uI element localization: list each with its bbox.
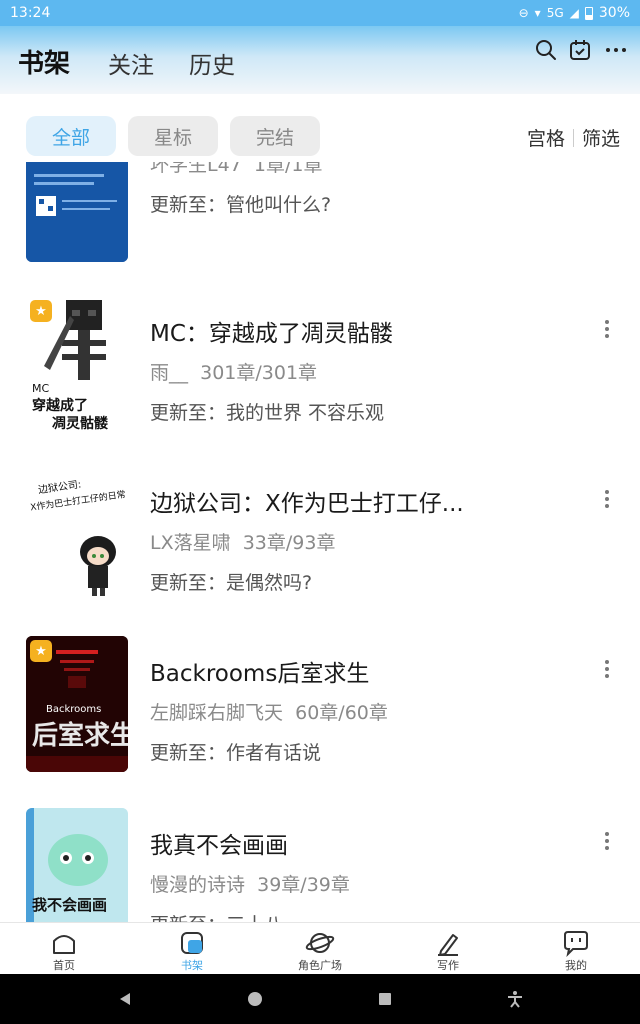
accessibility-icon[interactable] — [505, 989, 525, 1009]
chip-starred[interactable]: 星标 — [128, 116, 218, 156]
nav-me[interactable]: 我的 — [512, 923, 640, 974]
nav-character-plaza[interactable]: 角色广场 — [256, 923, 384, 974]
nav-write-label: 写作 — [437, 959, 459, 972]
svg-text:穿越成了: 穿越成了 — [32, 397, 88, 414]
more-options-icon[interactable] — [604, 832, 610, 850]
signal-icon: ◢ — [569, 6, 579, 20]
filter-chips: 全部 星标 完结 — [26, 116, 320, 156]
grid-view-button[interactable]: 宫格 — [527, 124, 565, 151]
tab-follow[interactable]: 关注 — [108, 46, 154, 80]
tab-history[interactable]: 历史 — [189, 46, 235, 80]
star-badge-icon: ★ — [30, 300, 52, 322]
svg-text:MC: MC — [32, 382, 49, 395]
svg-text:我不会画画: 我不会画画 — [32, 896, 107, 914]
book-chapters: 60章/60章 — [295, 702, 388, 724]
book-update: 更新至：三十八 — [150, 910, 283, 922]
recents-icon[interactable] — [375, 989, 395, 1009]
more-options-icon[interactable] — [604, 490, 610, 508]
book-chapters: 301章/301章 — [200, 362, 318, 384]
view-options: 宫格 筛选 — [527, 124, 620, 151]
more-options-icon[interactable] — [604, 320, 610, 338]
dnd-icon: ⊖ — [518, 6, 529, 20]
nav-bookshelf-label: 书架 — [181, 959, 203, 972]
tab-bookshelf[interactable]: 书架 — [18, 43, 70, 80]
book-update: 更新至：是偶然吗? — [150, 572, 313, 594]
svg-text:凋灵骷髅: 凋灵骷髅 — [52, 415, 108, 432]
nav-bookshelf[interactable]: 书架 — [128, 923, 256, 974]
book-cover: Backrooms 后室求生 ★ — [26, 636, 128, 772]
nav-me-label: 我的 — [565, 959, 587, 972]
pen-icon — [438, 934, 458, 956]
cover-art: 我不会画画 — [26, 808, 128, 922]
nav-home-label: 首页 — [53, 959, 75, 972]
book-title: MC：穿越成了凋灵骷髅 — [150, 321, 393, 347]
list-item[interactable]: 边狱公司: X作为巴士打工仔的日常 边狱公司：X作为巴士打工仔... LX落星啸… — [0, 466, 640, 602]
book-author: 慢漫的诗诗 — [150, 874, 246, 896]
star-badge-icon: ★ — [30, 640, 52, 662]
battery-level: 30% — [598, 5, 630, 21]
book-cover: MC 穿越成了 凋灵骷髅 ★ — [26, 296, 128, 432]
status-time: 13:24 — [10, 5, 51, 21]
book-chapters: 1章/1章 — [253, 162, 323, 176]
battery-icon — [584, 6, 593, 20]
status-bar: 13:24 ⊖ ▾ 5G ◢ 30% — [0, 0, 640, 26]
list-item[interactable]: 我不会画画 我真不会画画 慢漫的诗诗 39章/39章 更新至：三十八 — [0, 808, 640, 922]
book-author: 坏学生L47 — [150, 162, 242, 176]
nav-character-plaza-label: 角色广场 — [298, 959, 342, 972]
bookshelf-icon — [181, 932, 203, 954]
chip-all[interactable]: 全部 — [26, 116, 116, 156]
book-list: 坏学生L47 1章/1章 更新至：管他叫什么? MC 穿越成了 凋灵骷髅 ★ M… — [0, 162, 640, 922]
list-item[interactable]: 坏学生L47 1章/1章 更新至：管他叫什么? — [0, 162, 640, 262]
home-icon — [53, 935, 75, 954]
list-item[interactable]: MC 穿越成了 凋灵骷髅 ★ MC：穿越成了凋灵骷髅 雨__ 301章/301章… — [0, 296, 640, 432]
wifi-icon: ▾ — [534, 6, 541, 20]
chat-face-icon — [564, 931, 588, 957]
network-label: 5G — [546, 6, 564, 20]
book-update: 更新至：我的世界 不容乐观 — [150, 402, 385, 424]
list-item[interactable]: Backrooms 后室求生 ★ Backrooms后室求生 左脚踩右脚飞天 6… — [0, 636, 640, 772]
chip-completed[interactable]: 完结 — [230, 116, 320, 156]
more-horizontal-icon[interactable] — [604, 38, 628, 62]
nav-home[interactable]: 首页 — [0, 923, 128, 974]
divider — [572, 128, 574, 147]
book-author: LX落星啸 — [150, 532, 231, 554]
nav-write[interactable]: 写作 — [384, 923, 512, 974]
app-header: 书架 关注 历史 — [0, 26, 640, 94]
back-icon[interactable] — [115, 989, 135, 1009]
more-options-icon[interactable] — [604, 660, 610, 678]
home-button-icon[interactable] — [245, 989, 265, 1009]
book-title: 我真不会画画 — [150, 833, 288, 859]
book-title: Backrooms后室求生 — [150, 661, 370, 687]
calendar-check-icon[interactable] — [568, 38, 592, 62]
book-cover — [26, 162, 128, 262]
bottom-nav: 首页 书架 角色广场 写作 我的 — [0, 922, 640, 974]
book-title: 边狱公司：X作为巴士打工仔... — [150, 491, 464, 517]
cover-art: 边狱公司: X作为巴士打工仔的日常 — [26, 466, 128, 602]
book-update: 更新至：作者有话说 — [150, 742, 322, 764]
system-nav-bar — [0, 974, 640, 1024]
book-author: 左脚踩右脚飞天 — [150, 702, 284, 724]
book-chapters: 39章/39章 — [257, 874, 350, 896]
book-author: 雨__ — [150, 362, 189, 384]
book-update: 更新至：管他叫什么? — [150, 194, 332, 216]
svg-text:后室求生: 后室求生 — [32, 720, 128, 751]
svg-text:Backrooms: Backrooms — [46, 704, 101, 715]
planet-icon — [305, 933, 335, 953]
book-cover: 边狱公司: X作为巴士打工仔的日常 — [26, 466, 128, 602]
search-icon[interactable] — [534, 38, 558, 62]
cover-art — [26, 162, 128, 262]
filter-button[interactable]: 筛选 — [582, 124, 620, 151]
book-chapters: 33章/93章 — [242, 532, 336, 554]
book-cover: 我不会画画 — [26, 808, 128, 922]
